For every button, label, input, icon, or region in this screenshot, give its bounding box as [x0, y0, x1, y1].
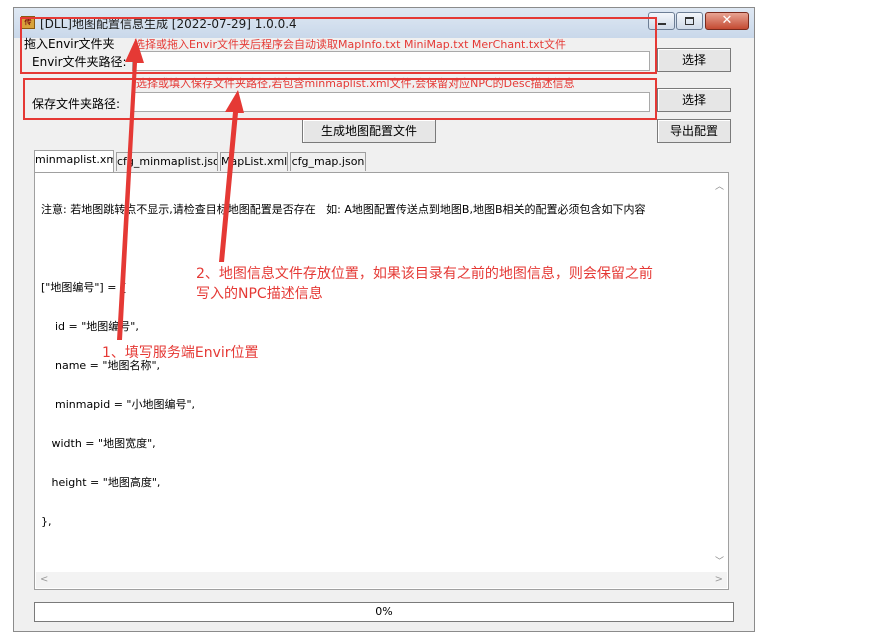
annotation-note-2-line-1: 2、地图信息文件存放位置，如果该目录有之前的地图信息，则会保留之前 [196, 266, 653, 282]
annotation-note-2-line-2: 写入的NPC描述信息 [196, 286, 323, 302]
app-logo-icon: 传 [21, 16, 35, 29]
envir-path-label: Envir文件夹路径: [32, 55, 127, 69]
progress-label: 0% [375, 605, 393, 618]
scroll-down-icon[interactable]: ﹀ [715, 554, 724, 567]
envir-path-input[interactable] [132, 51, 650, 71]
memo-line: id = "地图编号", [41, 320, 139, 333]
save-select-button[interactable]: 选择 [657, 88, 731, 112]
envir-drag-label: 拖入Envir文件夹 [24, 37, 115, 51]
save-path-label: 保存文件夹路径: [32, 97, 121, 111]
tab-minmaplist-xml[interactable]: minmaplist.xml [34, 150, 114, 172]
memo-line: ​ [41, 242, 711, 255]
tab-cfg-minmaplist-json[interactable]: cfg_minmaplist.json [116, 152, 218, 171]
save-hint: 选择或填入保存文件夹路径,若包含minmaplist.xml文件,会保留对应NP… [136, 77, 575, 90]
memo-line: }, [41, 515, 52, 528]
maximize-icon [685, 17, 694, 25]
title-bar[interactable]: 传 [DLL]地图配置信息生成 [2022-07-29] 1.0.0.4 ✕ [14, 8, 754, 38]
tab-maplist-xml[interactable]: MapList.xml [220, 152, 288, 171]
export-config-button[interactable]: 导出配置 [657, 119, 731, 143]
memo-line: width = "地图宽度", [41, 437, 156, 450]
progress-bar: 0% [34, 602, 734, 622]
close-icon: ✕ [721, 13, 733, 28]
minimize-button[interactable] [648, 12, 675, 30]
memo-line: 注意: 若地图跳转点不显示,请检查目标地图配置是否存在 如: A地图配置传送点到… [41, 203, 646, 216]
envir-hint: 选择或拖入Envir文件夹后程序会自动读取MapInfo.txt MiniMap… [134, 38, 566, 51]
scroll-right-icon[interactable]: > [715, 574, 723, 585]
generate-config-button[interactable]: 生成地图配置文件 [302, 119, 436, 143]
tab-cfg-map-json[interactable]: cfg_map.json [290, 152, 366, 171]
memo-line: minmapid = "小地图编号", [41, 398, 196, 411]
outer-scroll-track [757, 7, 769, 632]
close-button[interactable]: ✕ [705, 12, 749, 30]
envir-select-button[interactable]: 选择 [657, 48, 731, 72]
scroll-left-icon[interactable]: < [40, 574, 48, 585]
minimize-icon [658, 23, 666, 25]
horizontal-scrollbar[interactable]: < > [36, 572, 727, 588]
annotation-note-1: 1、填写服务端Envir位置 [102, 345, 259, 361]
maximize-button[interactable] [676, 12, 703, 30]
window-title: [DLL]地图配置信息生成 [2022-07-29] 1.0.0.4 [40, 17, 297, 31]
config-text-area[interactable]: 注意: 若地图跳转点不显示,请检查目标地图配置是否存在 如: A地图配置传送点到… [41, 177, 711, 554]
tab-panel: 注意: 若地图跳转点不显示,请检查目标地图配置是否存在 如: A地图配置传送点到… [34, 172, 729, 590]
scroll-up-icon[interactable]: ︿ [715, 179, 724, 192]
save-path-input[interactable] [132, 92, 650, 112]
memo-line: height = "地图高度", [41, 476, 161, 489]
app-window: 传 [DLL]地图配置信息生成 [2022-07-29] 1.0.0.4 ✕ 拖… [13, 7, 755, 632]
